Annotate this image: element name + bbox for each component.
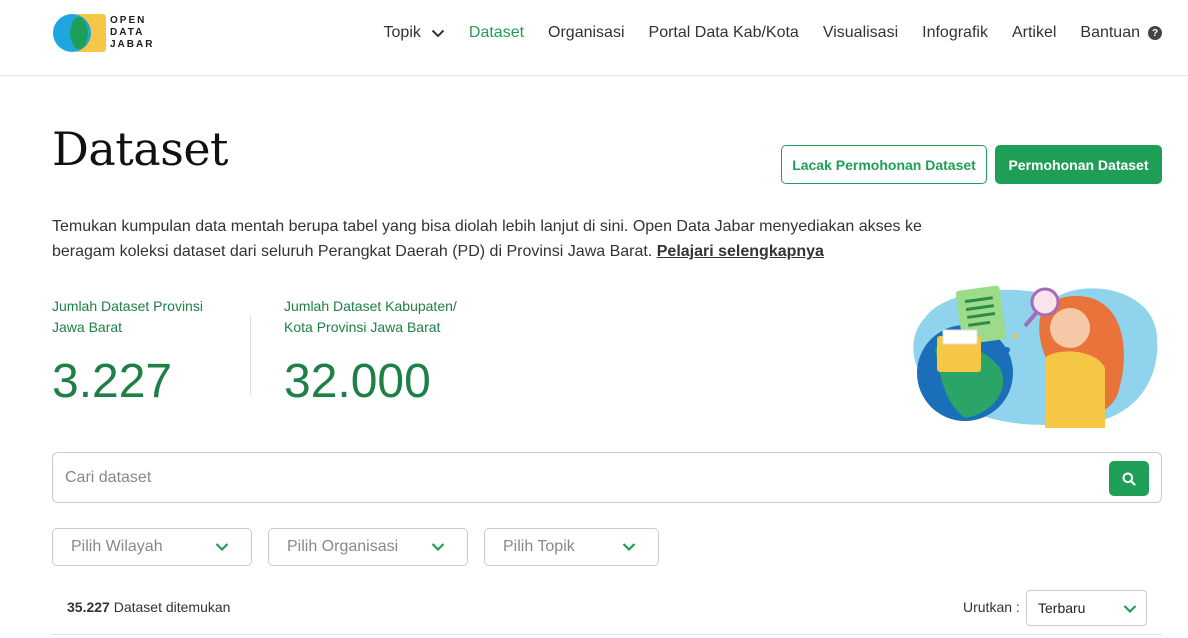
nav-item-label: Visualisasi	[822, 24, 899, 41]
nav-item-infografik[interactable]: Infografik	[922, 24, 988, 42]
stat-label-line: Jumlah Dataset Provinsi	[52, 298, 203, 314]
filter-organisasi-select[interactable]: Pilih Organisasi	[268, 528, 468, 566]
nav-item-label: Organisasi	[548, 24, 625, 41]
chevron-down-icon	[215, 543, 229, 552]
chevron-down-icon	[622, 543, 636, 552]
nav-item-label: Bantuan	[1080, 24, 1140, 41]
sort-value: Terbaru	[1038, 600, 1086, 616]
nav-item-bantuan[interactable]: Bantuan ?	[1080, 24, 1162, 42]
nav-item-portal-kabkota[interactable]: Portal Data Kab/Kota	[649, 24, 799, 42]
nav-item-dataset[interactable]: Dataset	[469, 24, 524, 42]
filter-topik-select[interactable]: Pilih Topik	[484, 528, 659, 566]
filter-label: Pilih Organisasi	[287, 538, 399, 555]
stat-province-label: Jumlah Dataset Provinsi Jawa Barat	[52, 296, 203, 338]
dataset-illustration	[913, 285, 1158, 428]
learn-more-link[interactable]: Pelajari selengkapnya	[657, 243, 824, 260]
stat-divider	[250, 315, 251, 395]
dataset-search-box	[52, 452, 1162, 503]
search-icon	[1122, 472, 1136, 486]
nav-item-label: Portal Data Kab/Kota	[648, 24, 799, 41]
logo-line-1: OPEN	[110, 15, 147, 26]
track-request-button[interactable]: Lacak Permohonan Dataset	[781, 145, 987, 184]
chevron-down-icon	[431, 29, 445, 37]
stat-kabkota-value: 32.000	[284, 355, 431, 408]
stat-province-value: 3.227	[52, 355, 173, 408]
stat-kabkota-label: Jumlah Dataset Kabupaten/ Kota Provinsi …	[284, 296, 457, 338]
stat-label-line: Jumlah Dataset Kabupaten/	[284, 298, 457, 314]
results-number: 35.227	[67, 599, 110, 615]
page-description: Temukan kumpulan data mentah berupa tabe…	[52, 214, 932, 264]
site-header: OPEN DATA JABAR Topik Dataset Organisasi…	[0, 0, 1188, 76]
stat-province: Jumlah Dataset Provinsi Jawa Barat 3.227	[52, 296, 203, 409]
help-circle-icon: ?	[1148, 26, 1162, 40]
nav-item-topik[interactable]: Topik	[384, 24, 445, 42]
sort-select[interactable]: Terbaru	[1026, 590, 1147, 626]
nav-item-organisasi[interactable]: Organisasi	[548, 24, 624, 42]
sort-label: Urutkan :	[963, 599, 1020, 615]
nav-item-artikel[interactable]: Artikel	[1012, 24, 1056, 42]
stat-label-line: Jawa Barat	[52, 319, 123, 335]
results-suffix: Dataset ditemukan	[113, 599, 231, 615]
open-data-jabar-logo[interactable]: OPEN DATA JABAR	[52, 13, 154, 53]
logo-line-3: JABAR	[110, 39, 155, 50]
search-input[interactable]	[65, 467, 965, 489]
logo-wordmark: OPEN DATA JABAR	[110, 15, 154, 51]
stat-label-line: Kota Provinsi Jawa Barat	[284, 319, 441, 335]
request-dataset-button[interactable]: Permohonan Dataset	[995, 145, 1162, 184]
nav-item-visualisasi[interactable]: Visualisasi	[823, 24, 898, 42]
stat-kabkota: Jumlah Dataset Kabupaten/ Kota Provinsi …	[284, 296, 457, 409]
divider	[52, 634, 1162, 635]
nav-item-label: Infografik	[922, 24, 988, 41]
search-button[interactable]	[1109, 461, 1149, 496]
main-nav: Topik Dataset Organisasi Portal Data Kab…	[384, 24, 1162, 42]
nav-item-label: Dataset	[468, 24, 525, 41]
nav-item-label: Topik	[383, 24, 421, 41]
filter-label: Pilih Wilayah	[71, 538, 163, 555]
filter-label: Pilih Topik	[503, 538, 575, 555]
results-count: 35.227 Dataset ditemukan	[67, 599, 230, 615]
chevron-down-icon	[431, 543, 445, 552]
chevron-down-icon	[1123, 605, 1137, 614]
filter-wilayah-select[interactable]: Pilih Wilayah	[52, 528, 252, 566]
logo-line-2: DATA	[110, 27, 145, 38]
page-title: Dataset	[52, 122, 229, 176]
logo-mark-icon	[53, 14, 106, 52]
nav-item-label: Artikel	[1011, 24, 1057, 41]
